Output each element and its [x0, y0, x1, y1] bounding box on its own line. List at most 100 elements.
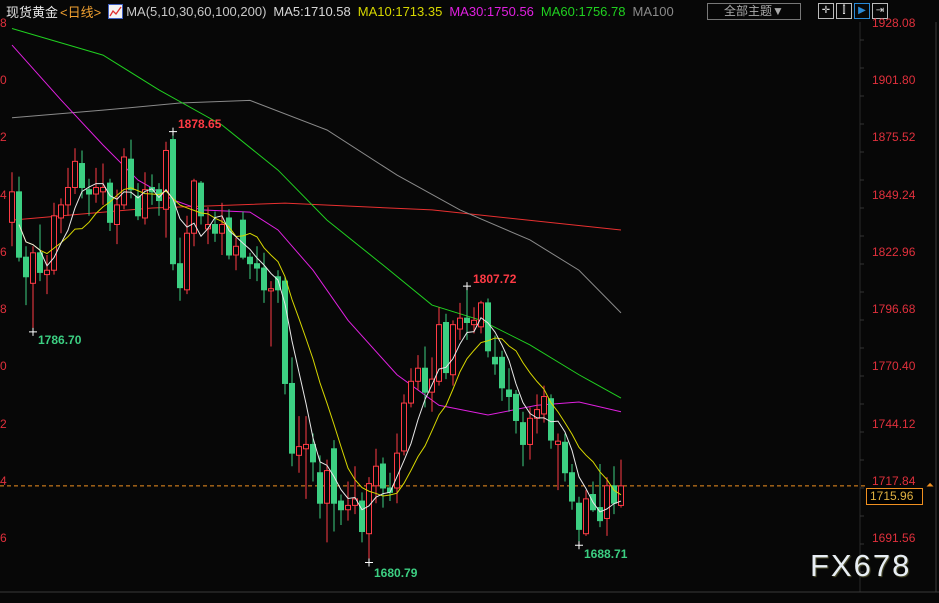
axis-tick-label: 1901.80: [872, 73, 916, 88]
crosshair-icon[interactable]: ✛: [818, 3, 834, 19]
candle-up: [65, 186, 71, 206]
symbol-name[interactable]: 现货黄金: [6, 2, 58, 21]
candle-down: [37, 252, 43, 273]
candle-down: [513, 393, 519, 421]
candle-up: [121, 156, 127, 206]
price-chart[interactable]: [0, 0, 939, 603]
left-axis-tick-fragment: 6: [0, 531, 7, 546]
candle-up: [457, 317, 463, 330]
candle-down: [506, 389, 512, 398]
candle-up: [478, 302, 484, 328]
candle-up: [618, 485, 624, 506]
candle-down: [338, 500, 344, 511]
left-axis-tick-fragment: 8: [0, 16, 7, 30]
candle-up: [450, 324, 456, 376]
play-icon[interactable]: ▶: [854, 3, 870, 19]
ma60-value: MA60:1756.78: [540, 3, 626, 19]
ma-params[interactable]: MA(5,10,30,60,100,200): [126, 4, 266, 19]
period-label[interactable]: <日线>: [60, 2, 101, 21]
candle-down: [310, 443, 316, 463]
candle-down: [520, 422, 526, 445]
high-marker-label: 1807.72: [473, 272, 517, 286]
candle-up: [30, 252, 36, 284]
candle-up: [163, 149, 169, 210]
candle-up: [51, 215, 57, 271]
watermark: FX678: [810, 548, 912, 583]
candle-up: [9, 191, 15, 223]
axis-tick-label: 1796.68: [872, 302, 916, 317]
theme-dropdown[interactable]: 全部主题▼: [707, 3, 801, 20]
candle-down: [240, 219, 246, 258]
candle-down: [198, 182, 204, 217]
left-axis-tick-fragment: 6: [0, 244, 7, 259]
left-axis-tick-fragment: 4: [0, 473, 7, 488]
candle-down: [247, 256, 253, 265]
candle-up: [415, 367, 421, 382]
candle-down: [576, 502, 582, 530]
candle-down: [492, 356, 498, 365]
left-axis-tick-fragment: 0: [0, 359, 7, 374]
candle-up: [401, 402, 407, 452]
candle-up: [527, 417, 533, 445]
ma30-value: MA30:1750.56: [449, 3, 534, 19]
candle-up: [268, 288, 274, 292]
candle-down: [212, 224, 218, 234]
candle-down: [261, 267, 267, 291]
candle-up: [233, 245, 239, 256]
axis-tick-label: 1770.40: [872, 359, 916, 374]
candle-down: [464, 317, 470, 323]
extreme-marker: [463, 282, 471, 291]
candle-up: [373, 465, 379, 487]
candle-down: [79, 163, 85, 188]
axis-tick-label: 1875.52: [872, 130, 916, 145]
left-axis-tick-fragment: 2: [0, 416, 7, 431]
candle-down: [422, 367, 428, 393]
chart-indicator-icon[interactable]: [108, 3, 124, 19]
candle-up: [604, 485, 610, 519]
candle-down: [485, 302, 491, 352]
candle-down: [128, 158, 134, 191]
candle-down: [380, 463, 386, 489]
candle-down: [177, 263, 183, 289]
low-marker-label: 1680.79: [374, 566, 418, 580]
ma10-line: [18, 187, 622, 497]
range-select-icon[interactable]: ⫿: [836, 3, 852, 19]
candle-up: [541, 396, 547, 415]
candle-up: [219, 224, 225, 234]
candle-down: [86, 189, 92, 195]
low-marker-label: 1688.71: [584, 547, 628, 561]
ma10-value: MA10:1713.35: [357, 3, 443, 19]
candle-up: [191, 180, 197, 234]
left-axis-tick-fragment: 2: [0, 130, 7, 145]
candle-up: [394, 452, 400, 489]
extreme-marker: [169, 127, 177, 136]
candle-down: [317, 472, 323, 504]
axis-tick-label: 1928.08: [872, 16, 916, 30]
high-marker-label: 1878.65: [178, 117, 222, 131]
candle-up: [303, 443, 309, 450]
axis-tick-label: 1717.84: [872, 473, 916, 488]
candle-down: [23, 256, 29, 278]
left-axis-tick-fragment: 0: [0, 73, 7, 88]
candle-down: [569, 472, 575, 502]
candle-down: [226, 217, 232, 256]
candle-up: [471, 319, 477, 326]
candle-up: [100, 186, 106, 193]
last-price-box: 1715.96: [866, 488, 923, 505]
candle-down: [135, 195, 141, 217]
candle-down: [254, 263, 260, 269]
ma100-value: MA100: [632, 3, 674, 19]
candle-up: [93, 186, 99, 195]
low-marker-label: 1786.70: [38, 333, 82, 347]
candle-up: [72, 160, 78, 188]
left-axis-tick-fragment: 4: [0, 187, 7, 202]
candle-up: [184, 232, 190, 291]
chevron-up-icon[interactable]: ⏶: [926, 480, 934, 491]
candle-up: [583, 498, 589, 535]
axis-tick-label: 1744.12: [872, 416, 916, 431]
candle-down: [499, 356, 505, 389]
candle-up: [324, 470, 330, 504]
ma30-line: [11, 44, 622, 416]
candle-down: [170, 139, 176, 265]
candle-down: [562, 441, 568, 474]
